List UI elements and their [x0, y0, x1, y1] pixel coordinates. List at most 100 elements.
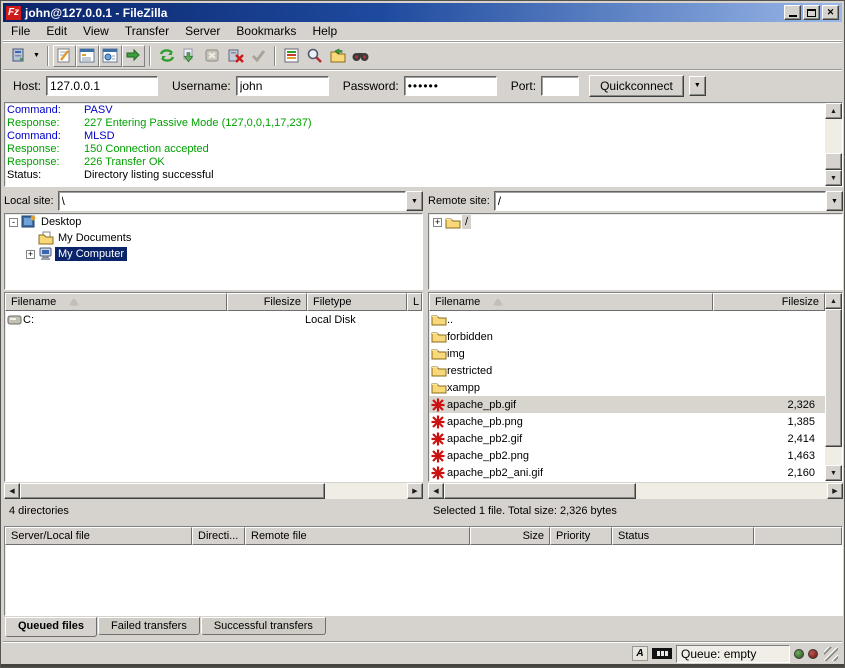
- column-header-filetype[interactable]: Filetype: [307, 293, 407, 311]
- remote-list-scrollbar[interactable]: ▲ ▼: [825, 293, 842, 481]
- file-row[interactable]: C:Local Disk: [5, 311, 422, 328]
- find-files-button[interactable]: [303, 45, 326, 67]
- menu-transfer[interactable]: Transfer: [117, 22, 177, 40]
- scroll-up-icon[interactable]: ▲: [825, 293, 842, 309]
- local-site-dropdown-button[interactable]: ▼: [406, 191, 423, 211]
- message-log-scrollbar[interactable]: ▲ ▼: [825, 103, 842, 186]
- tab-successful-transfers[interactable]: Successful transfers: [201, 617, 326, 635]
- minimize-icon: [789, 15, 797, 17]
- file-row[interactable]: apache_pb2_ani.gif2,160: [429, 464, 825, 481]
- column-header-filesize[interactable]: Filesize: [227, 293, 307, 311]
- maximize-button[interactable]: [803, 5, 820, 20]
- queue-column-size[interactable]: Size: [470, 527, 550, 545]
- chevron-down-icon: ▼: [694, 82, 701, 89]
- tab-failed-transfers[interactable]: Failed transfers: [98, 617, 200, 635]
- menu-bookmarks[interactable]: Bookmarks: [228, 22, 304, 40]
- binoculars-icon: [351, 48, 370, 63]
- queue-column-remote-file[interactable]: Remote file: [245, 527, 470, 545]
- disconnect-button[interactable]: [224, 45, 247, 67]
- queue-column-status[interactable]: Status: [612, 527, 754, 545]
- column-header-filename[interactable]: Filename: [5, 293, 227, 311]
- toggle-local-tree-button[interactable]: [76, 45, 99, 67]
- log-line-text: 226 Transfer OK: [84, 156, 165, 169]
- cancel-operation-button[interactable]: [201, 45, 224, 67]
- host-input[interactable]: [46, 76, 158, 96]
- file-row[interactable]: apache_pb2.png1,463: [429, 447, 825, 464]
- tree-item[interactable]: +/: [429, 214, 842, 230]
- process-queue-button[interactable]: [178, 45, 201, 67]
- queue-column-directi-[interactable]: Directi...: [192, 527, 245, 545]
- local-site-input[interactable]: [58, 191, 406, 211]
- refresh-button[interactable]: [155, 45, 178, 67]
- quickconnect-dropdown-button[interactable]: ▼: [689, 76, 706, 96]
- tree-item[interactable]: +My Computer: [5, 246, 422, 262]
- column-header-filesize[interactable]: Filesize: [713, 293, 825, 311]
- folder-icon: [429, 313, 447, 326]
- file-row[interactable]: xampp: [429, 379, 825, 396]
- title-bar[interactable]: Fz john@127.0.0.1 - FileZilla ✕: [3, 3, 842, 22]
- file-row[interactable]: forbidden: [429, 328, 825, 345]
- menu-file[interactable]: File: [3, 22, 38, 40]
- port-input[interactable]: [541, 76, 579, 96]
- local-list-hscrollbar[interactable]: ◀ ▶: [4, 483, 423, 499]
- menu-view[interactable]: View: [75, 22, 117, 40]
- remote-site-combo[interactable]: ▼: [494, 191, 843, 211]
- queue-tabs: Queued filesFailed transfersSuccessful t…: [5, 617, 326, 638]
- file-row[interactable]: apache_pb.gif2,326: [429, 396, 825, 413]
- column-header-filename[interactable]: Filename: [429, 293, 713, 311]
- scrollbar-thumb[interactable]: [444, 483, 636, 499]
- queue-column-server-local-file[interactable]: Server/Local file: [5, 527, 192, 545]
- scroll-down-icon[interactable]: ▼: [825, 170, 842, 186]
- close-button[interactable]: ✕: [822, 5, 839, 20]
- tree-item[interactable]: My Documents: [5, 230, 422, 246]
- message-log-lines: Command:PASVResponse:227 Entering Passiv…: [7, 104, 824, 185]
- tree-item[interactable]: -Desktop: [5, 214, 422, 230]
- scrollbar-thumb[interactable]: [825, 309, 842, 447]
- scrollbar-thumb[interactable]: [825, 153, 842, 170]
- toggle-remote-tree-button[interactable]: [99, 45, 122, 67]
- scrollbar-thumb[interactable]: [20, 483, 325, 499]
- expand-icon[interactable]: +: [433, 218, 442, 227]
- toggle-message-log-button[interactable]: [53, 45, 76, 67]
- disk-icon: [5, 314, 23, 326]
- site-manager-dropdown-button[interactable]: ▼: [30, 45, 43, 67]
- queue-column-priority[interactable]: Priority: [550, 527, 612, 545]
- quickconnect-button[interactable]: Quickconnect: [589, 75, 684, 97]
- reconnect-button[interactable]: [247, 45, 270, 67]
- recv-indicator-led: [794, 649, 804, 659]
- column-header-lastmodified[interactable]: L: [407, 293, 422, 311]
- directory-comparison-button[interactable]: [326, 45, 349, 67]
- scroll-right-icon[interactable]: ▶: [827, 483, 843, 499]
- file-row[interactable]: restricted: [429, 362, 825, 379]
- file-row[interactable]: apache_pb2.gif2,414: [429, 430, 825, 447]
- file-row[interactable]: apache_pb.png1,385: [429, 413, 825, 430]
- computer-icon: [38, 247, 55, 261]
- collapse-icon[interactable]: -: [9, 218, 18, 227]
- site-manager-button[interactable]: [7, 45, 30, 67]
- tab-queued-files[interactable]: Queued files: [5, 617, 97, 637]
- expand-icon[interactable]: +: [26, 250, 35, 259]
- minimize-button[interactable]: [784, 5, 801, 20]
- filter-button[interactable]: [280, 45, 303, 67]
- username-input[interactable]: [236, 76, 329, 96]
- toolbar-separator: [274, 46, 276, 66]
- local-site-combo[interactable]: ▼: [58, 191, 423, 211]
- scroll-left-icon[interactable]: ◀: [4, 483, 20, 499]
- password-input[interactable]: [404, 76, 497, 96]
- scroll-down-icon[interactable]: ▼: [825, 465, 842, 481]
- menu-server[interactable]: Server: [177, 22, 228, 40]
- file-row[interactable]: img: [429, 345, 825, 362]
- scroll-left-icon[interactable]: ◀: [428, 483, 444, 499]
- remote-list-hscrollbar[interactable]: ◀ ▶: [428, 483, 843, 499]
- resize-grip[interactable]: [824, 647, 838, 661]
- remote-site-input[interactable]: [494, 191, 826, 211]
- scroll-right-icon[interactable]: ▶: [407, 483, 423, 499]
- remote-site-dropdown-button[interactable]: ▼: [826, 191, 843, 211]
- toggle-transfer-queue-button[interactable]: [122, 45, 145, 67]
- scroll-up-icon[interactable]: ▲: [825, 103, 842, 119]
- synchronized-browsing-button[interactable]: [349, 45, 372, 67]
- filter-icon: [283, 47, 301, 64]
- file-row[interactable]: ..: [429, 311, 825, 328]
- menu-help[interactable]: Help: [304, 22, 345, 40]
- menu-edit[interactable]: Edit: [38, 22, 75, 40]
